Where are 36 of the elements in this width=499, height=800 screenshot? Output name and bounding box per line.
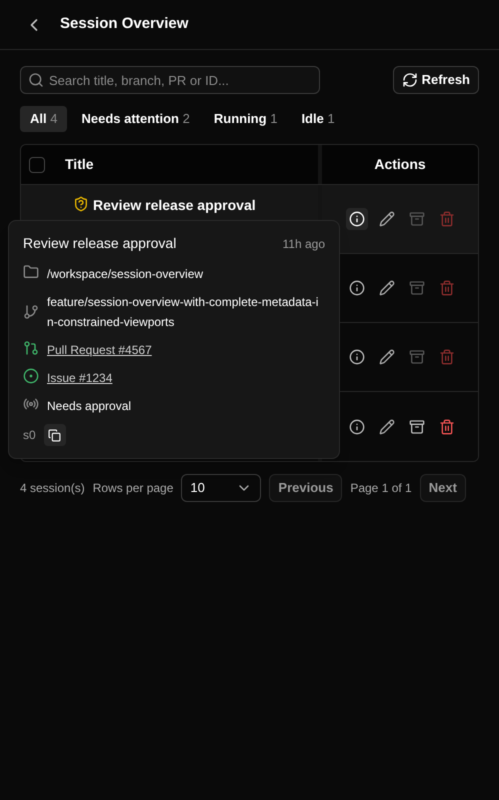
copy-icon — [48, 428, 62, 442]
detail-text: feature/session-overview-with-complete-metadata-in-constrained-viewports — [47, 294, 320, 331]
filter-tab[interactable]: Needs attention 2 — [71, 106, 200, 132]
session-id: s0 — [23, 427, 36, 444]
select-all-checkbox[interactable] — [29, 156, 45, 172]
detail-text: Needs approval — [47, 398, 132, 415]
refresh-button[interactable]: Refresh — [392, 66, 479, 94]
rows-per-page-select[interactable]: 10 — [181, 474, 262, 502]
branch-icon — [23, 304, 39, 320]
session-title: Review release approval — [93, 196, 256, 215]
rows-per-page-label: Rows per page — [92, 480, 174, 497]
pull-request-icon — [23, 340, 39, 356]
next-button[interactable]: Next — [420, 474, 466, 502]
copy-button[interactable] — [44, 424, 66, 446]
detail-text: /workspace/session-overview — [47, 266, 204, 283]
detail-link[interactable]: Issue #1234 — [47, 368, 112, 388]
page-indicator: Page 1 of 1 — [350, 480, 412, 497]
session-count: 4 session(s) — [20, 480, 85, 497]
info-button[interactable] — [346, 208, 368, 230]
column-header: Actions — [374, 155, 426, 174]
search-icon — [28, 72, 44, 88]
popover-title: Review release approval — [23, 234, 176, 253]
filter-tab[interactable]: Running 1 — [204, 106, 288, 132]
previous-button[interactable]: Previous — [269, 474, 342, 502]
filter-tab[interactable]: All 4 — [20, 106, 68, 132]
issue-icon — [23, 368, 39, 384]
filter-tab[interactable]: Idle 1 — [291, 106, 345, 132]
column-header: Title — [65, 155, 94, 174]
shield-icon — [73, 196, 89, 212]
timestamp: 11h ago — [282, 236, 325, 252]
folder-icon — [23, 264, 39, 280]
refresh-icon — [402, 72, 418, 88]
page-title: Session Overview — [60, 14, 188, 34]
antenna-icon — [23, 396, 39, 412]
detail-link[interactable]: Pull Request #4567 — [47, 340, 152, 360]
search-field[interactable]: Search title, branch, PR or ID... — [20, 66, 320, 94]
